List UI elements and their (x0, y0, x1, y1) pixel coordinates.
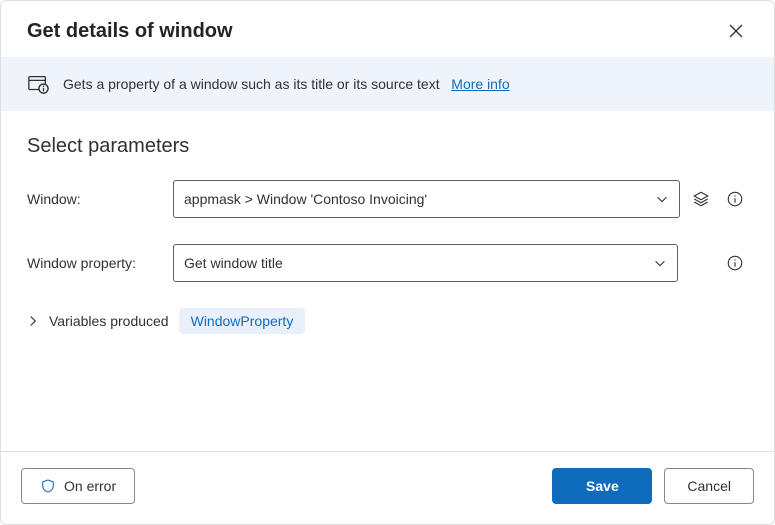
window-property-selected-value: Get window title (184, 255, 283, 271)
chevron-down-icon (655, 192, 669, 206)
window-property-info-button[interactable] (722, 250, 748, 276)
ui-element-picker-button[interactable] (688, 186, 714, 212)
variables-expand-toggle[interactable] (27, 315, 39, 327)
window-info-button[interactable] (722, 186, 748, 212)
window-selected-value: appmask > Window 'Contoso Invoicing' (184, 191, 427, 207)
window-label: Window: (27, 191, 165, 207)
chevron-right-icon (27, 315, 39, 327)
footer-actions: Save Cancel (552, 468, 754, 504)
save-button[interactable]: Save (552, 468, 652, 504)
more-info-link[interactable]: More info (451, 76, 509, 92)
dialog-footer: On error Save Cancel (1, 451, 774, 524)
dialog-title: Get details of window (27, 20, 233, 43)
cancel-button[interactable]: Cancel (664, 468, 754, 504)
chevron-down-icon (653, 256, 667, 270)
variables-produced-label: Variables produced (49, 313, 169, 329)
info-banner: Gets a property of a window such as its … (1, 57, 774, 111)
variables-produced-row: Variables produced WindowProperty (27, 308, 748, 334)
close-icon (728, 23, 744, 39)
on-error-button[interactable]: On error (21, 468, 135, 504)
window-property-select[interactable]: Get window title (173, 244, 678, 282)
layers-icon (692, 190, 710, 208)
info-text: Gets a property of a window such as its … (63, 76, 510, 92)
info-icon (726, 190, 744, 208)
parameters-heading: Select parameters (27, 135, 748, 158)
shield-icon (40, 478, 56, 494)
variable-chip[interactable]: WindowProperty (179, 308, 306, 334)
dialog-content: Select parameters Window: appmask > Wind… (1, 111, 774, 451)
info-icon (726, 254, 744, 272)
on-error-label: On error (64, 478, 116, 494)
window-property-label: Window property: (27, 255, 165, 271)
close-button[interactable] (724, 19, 748, 43)
window-select[interactable]: appmask > Window 'Contoso Invoicing' (173, 180, 680, 218)
dialog-header: Get details of window (1, 1, 774, 57)
window-details-icon (27, 73, 49, 95)
window-property-row: Window property: Get window title (27, 244, 748, 282)
window-row: Window: appmask > Window 'Contoso Invoic… (27, 180, 748, 218)
